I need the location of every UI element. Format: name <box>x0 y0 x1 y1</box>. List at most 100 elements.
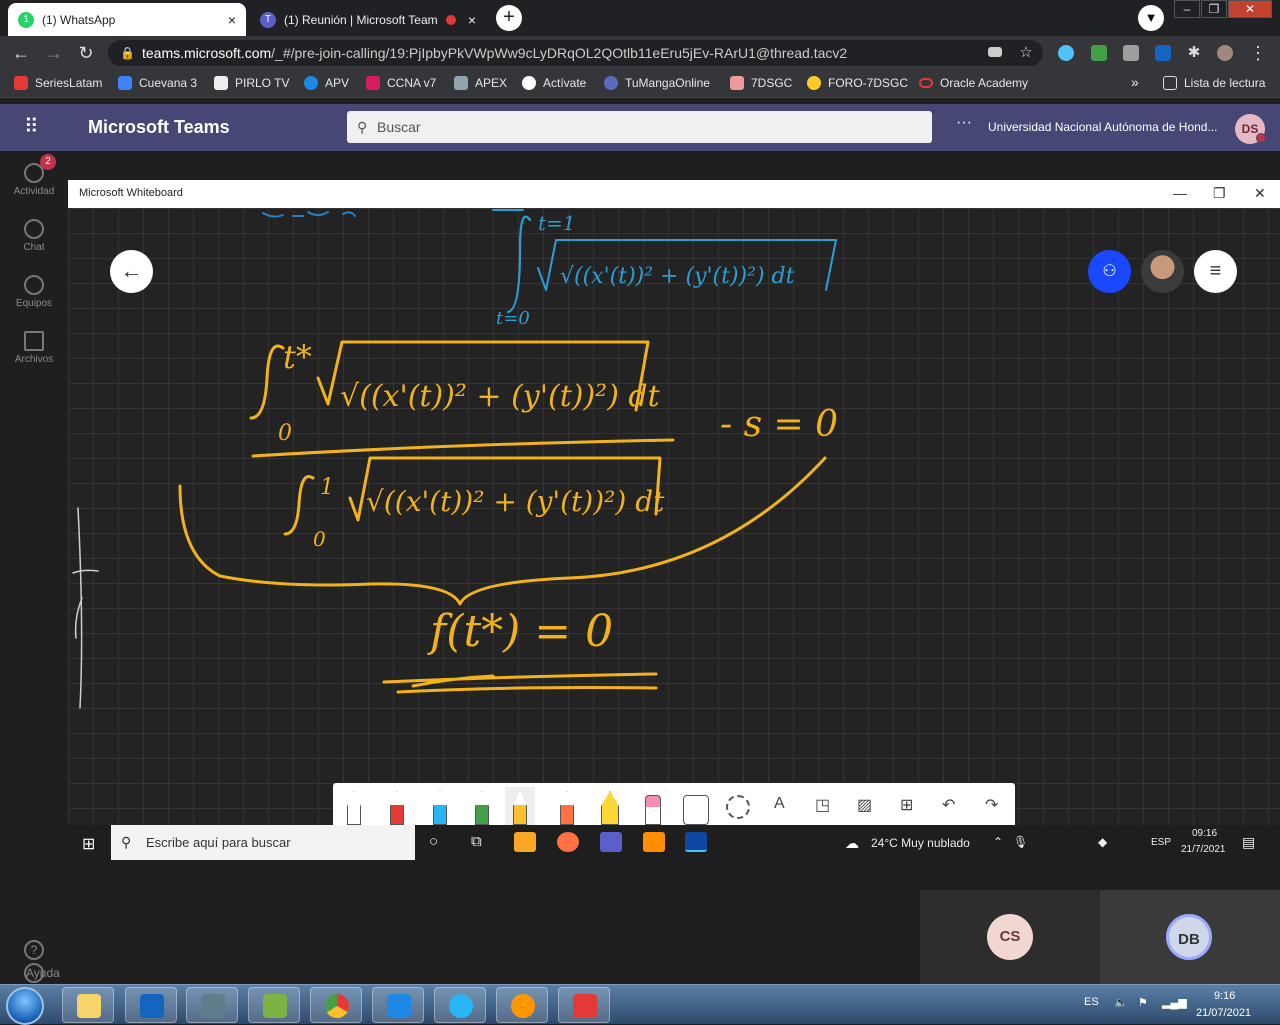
tab-whatsapp[interactable]: 1 (1) WhatsApp × <box>8 3 246 36</box>
taskbar-search-input[interactable]: ⚲ Escribe aquí para buscar <box>111 825 415 860</box>
bookmark-pirlotv[interactable]: PIRLO TV <box>214 76 289 90</box>
organization-name[interactable]: Universidad Nacional Autónoma de Hond... <box>988 120 1217 134</box>
bookmark-apv[interactable]: APV <box>304 76 349 90</box>
avatar[interactable] <box>1141 250 1184 293</box>
more-options-icon[interactable]: ··· <box>956 114 972 132</box>
whiteboard-canvas[interactable]: t=1 √((x'(t))² + (y'(t))²) dt t=0 t* 0 √… <box>68 208 1280 825</box>
reading-list-button[interactable]: Lista de lectura <box>1163 76 1265 90</box>
extension-m-icon[interactable] <box>1155 45 1171 61</box>
bookmark-7dsgc[interactable]: 7DSGC <box>730 76 792 90</box>
reload-icon[interactable]: ↻ <box>75 43 97 64</box>
pen-white-tool[interactable] <box>339 787 369 825</box>
ruler-tool[interactable] <box>681 787 711 825</box>
file-explorer-icon[interactable] <box>514 832 536 852</box>
taskbar-app[interactable] <box>496 987 548 1023</box>
eraser-tool[interactable] <box>638 787 668 825</box>
windows-start-icon[interactable]: ⊞ <box>82 834 95 854</box>
text-tool-icon[interactable]: A <box>774 795 785 813</box>
extension-gem-icon[interactable] <box>1058 45 1074 61</box>
invite-people-button[interactable]: ⚇ <box>1088 250 1131 293</box>
bookmark-ccna[interactable]: CCNA v7 <box>366 76 436 90</box>
taskbar-app[interactable] <box>186 987 238 1023</box>
notifications-icon[interactable]: ▤ <box>1242 834 1255 851</box>
url-input[interactable]: 🔒 teams.microsoft.com/_#/pre-join-callin… <box>108 40 1043 66</box>
lasso-tool[interactable] <box>723 787 753 825</box>
pen-yellow-tool[interactable] <box>505 787 535 825</box>
taskbar-explorer[interactable] <box>62 987 114 1023</box>
task-view-icon[interactable]: ⧉ <box>471 833 482 850</box>
tab-close-icon[interactable]: × <box>228 12 236 28</box>
tab-label: (1) WhatsApp <box>42 12 116 27</box>
bookmark-foro-7dsgc[interactable]: FORO-7DSGC <box>807 76 908 90</box>
sidebar-item-teams[interactable]: Equipos <box>0 275 68 309</box>
image-icon[interactable]: ▨ <box>857 795 872 815</box>
tab-teams[interactable]: T (1) Reunión | Microsoft Team × <box>250 3 486 36</box>
whiteboard-app-icon[interactable] <box>685 832 707 852</box>
shield-extension-icon[interactable] <box>1091 45 1107 61</box>
taskbar-app[interactable] <box>558 987 610 1023</box>
app-icon[interactable] <box>643 832 665 852</box>
teams-icon[interactable] <box>600 832 622 852</box>
app-launcher-icon[interactable]: ⠿ <box>24 114 39 139</box>
camera-icon[interactable] <box>988 47 1002 57</box>
bookmark-cuevana[interactable]: Cuevana 3 <box>118 76 197 90</box>
bookmark-activate[interactable]: Actívate <box>522 76 586 90</box>
pen-green-tool[interactable] <box>467 787 497 825</box>
bookmark-tumangaonline[interactable]: TuMangaOnline <box>604 76 710 90</box>
pen-orange-tool[interactable] <box>552 787 582 825</box>
taskbar-app[interactable] <box>125 987 177 1023</box>
reading-list-icon <box>1163 76 1177 90</box>
sidebar-item-chat[interactable]: Chat <box>0 219 68 253</box>
puzzle-icon[interactable]: ✱ <box>1183 43 1205 61</box>
extension-icon[interactable] <box>1123 45 1139 61</box>
firefox-icon[interactable] <box>557 832 579 852</box>
weather-text[interactable]: 24°C Muy nublado <box>871 836 970 850</box>
participant-tile[interactable]: DB <box>1100 890 1280 984</box>
minimize-icon[interactable]: – <box>1174 0 1200 18</box>
taskbar-chrome[interactable] <box>310 987 362 1023</box>
language-indicator[interactable]: ES <box>1084 996 1099 1008</box>
highlighter-yellow-tool[interactable] <box>595 787 625 825</box>
bookmark-oracle-academy[interactable]: Oracle Academy <box>919 76 1028 90</box>
redo-icon[interactable]: ↷ <box>985 795 998 815</box>
sidebar-item-files[interactable]: Archivos <box>0 331 68 365</box>
back-button[interactable]: ← <box>110 250 153 293</box>
back-icon[interactable]: ← <box>10 43 32 64</box>
bookmarks-more-button[interactable]: » <box>1131 74 1139 90</box>
tray-chevron-icon[interactable]: ⌃ <box>993 835 1003 849</box>
pen-blue-tool[interactable] <box>425 787 455 825</box>
kebab-menu-icon[interactable]: ⋮ <box>1247 43 1269 64</box>
star-icon[interactable]: ☆ <box>1015 43 1037 61</box>
sidebar-item-help[interactable]: ? Ayuda <box>0 940 68 986</box>
taskbar-vscode[interactable] <box>372 987 424 1023</box>
forward-icon[interactable]: → <box>43 43 65 64</box>
start-orb-icon[interactable] <box>6 987 44 1025</box>
pen-red-tool[interactable] <box>382 787 412 825</box>
weather-icon: ☁ <box>845 835 859 851</box>
close-icon[interactable]: ✕ <box>1254 185 1266 202</box>
cortana-icon[interactable]: ○ <box>429 833 438 850</box>
tab-close-icon[interactable]: × <box>468 12 476 28</box>
add-icon[interactable]: ⊞ <box>900 795 913 815</box>
taskbar-app[interactable] <box>248 987 300 1023</box>
sidebar-item-activity[interactable]: Actividad <box>0 163 68 197</box>
restore-icon[interactable]: ❐ <box>1201 0 1227 18</box>
taskbar-app[interactable] <box>434 987 486 1023</box>
bookmark-apex[interactable]: APEX <box>454 76 507 90</box>
bookmark-serieslatam[interactable]: SeriesLatam <box>14 76 102 90</box>
volume-icon[interactable]: 🔈 <box>1114 996 1128 1009</box>
language-indicator[interactable]: ESP <box>1151 837 1171 848</box>
flag-icon[interactable]: ⚑ <box>1138 996 1148 1009</box>
participant-tile[interactable]: CS <box>920 890 1100 984</box>
profile-avatar-icon[interactable] <box>1217 45 1233 61</box>
new-tab-button[interactable]: + <box>496 5 522 31</box>
restore-icon[interactable]: ❐ <box>1213 185 1226 202</box>
note-icon[interactable]: ◳ <box>815 795 830 815</box>
search-input[interactable]: ⚲ Buscar <box>347 111 932 143</box>
undo-icon[interactable]: ↶ <box>942 795 955 815</box>
profile-menu-button[interactable]: ▼ <box>1138 5 1164 31</box>
minimize-icon[interactable]: — <box>1173 185 1187 201</box>
menu-button[interactable]: ≡ <box>1194 250 1237 293</box>
close-icon[interactable]: ✕ <box>1228 0 1272 18</box>
network-signal-icon[interactable]: ▂▄▆ <box>1162 996 1187 1009</box>
